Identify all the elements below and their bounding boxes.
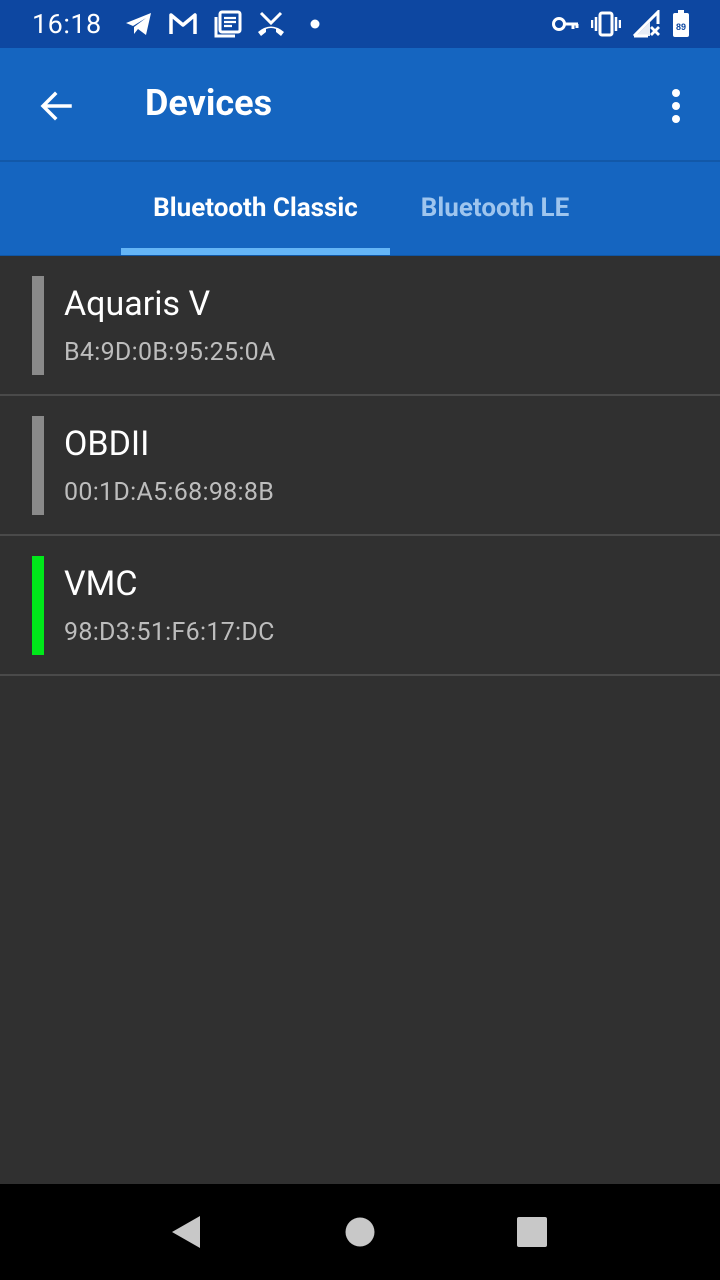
gmail-icon (169, 13, 197, 34)
tab-bluetooth-classic[interactable]: Bluetooth Classic (121, 160, 390, 256)
system-nav-bar (0, 1184, 720, 1280)
app-bar: Devices (0, 48, 720, 160)
connection-status-bar (32, 416, 44, 515)
back-button[interactable] (28, 78, 84, 134)
vpn-key-icon (552, 17, 579, 31)
recents-square-icon (517, 1217, 547, 1247)
news-icon (214, 10, 242, 38)
nav-recents-button[interactable] (504, 1204, 560, 1260)
status-time: 16:18 (32, 8, 102, 40)
battery-level: 89 (676, 22, 686, 32)
device-address: 98:D3:51:F6:17:DC (64, 618, 275, 647)
status-bar: 16:18 89 (0, 0, 720, 48)
home-circle-icon (345, 1217, 375, 1247)
device-name: VMC (64, 564, 138, 604)
page-title: Devices (145, 82, 273, 124)
vibrate-icon (591, 11, 621, 37)
battery-icon: 89 (673, 10, 689, 37)
missed-call-icon (258, 11, 284, 36)
dot-icon (310, 19, 320, 29)
connection-status-bar (32, 276, 44, 375)
back-triangle-icon (172, 1216, 200, 1248)
tab-bluetooth-le[interactable]: Bluetooth LE (395, 160, 595, 256)
device-list: Aquaris V B4:9D:0B:95:25:0A OBDII 00:1D:… (0, 256, 720, 676)
telegram-icon (126, 13, 151, 35)
device-address: B4:9D:0B:95:25:0A (64, 338, 276, 367)
device-name: Aquaris V (64, 284, 211, 324)
connection-status-bar (32, 556, 44, 655)
device-item[interactable]: VMC 98:D3:51:F6:17:DC (0, 536, 720, 676)
device-item[interactable]: Aquaris V B4:9D:0B:95:25:0A (0, 256, 720, 396)
device-item[interactable]: OBDII 00:1D:A5:68:98:8B (0, 396, 720, 536)
tab-bar: Bluetooth Classic Bluetooth LE (0, 160, 720, 256)
device-address: 00:1D:A5:68:98:8B (64, 478, 275, 507)
more-vert-icon (672, 89, 680, 123)
signal-icon (632, 10, 660, 38)
device-name: OBDII (64, 424, 150, 464)
nav-home-button[interactable] (332, 1204, 388, 1260)
nav-back-button[interactable] (158, 1204, 214, 1260)
arrow-back-icon (40, 91, 72, 121)
tab-indicator (121, 248, 390, 255)
overflow-menu-button[interactable] (652, 78, 700, 134)
